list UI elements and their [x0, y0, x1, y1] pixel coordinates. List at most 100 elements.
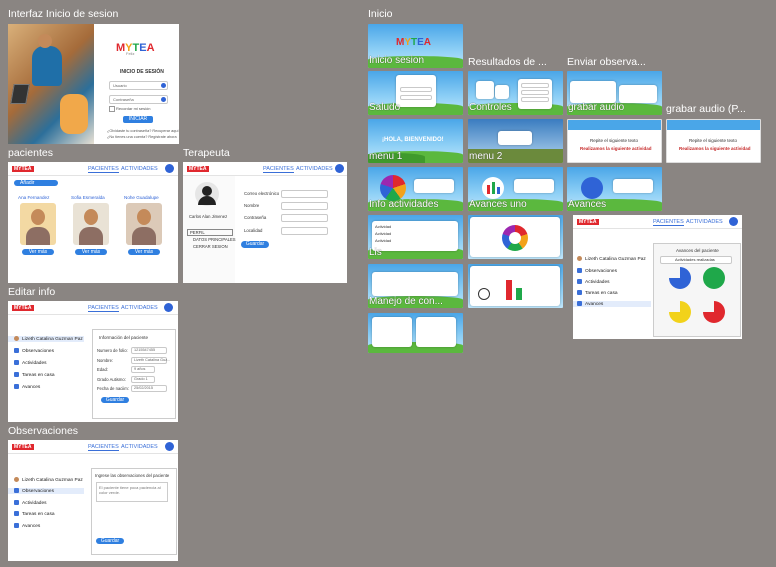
save-button[interactable]: Guardar: [101, 397, 129, 403]
therapist-frame[interactable]: MYTEA PACIENTES ACTIVIDADES Carlos Alan …: [183, 162, 347, 283]
observations-frame[interactable]: MYTEA PACIENTES ACTIVIDADES Lizeth Catal…: [8, 440, 178, 561]
thumb-saludo[interactable]: Saludo: [368, 71, 463, 115]
user-avatar-icon[interactable]: [335, 164, 344, 173]
logo-small: MYTEA: [12, 444, 34, 450]
edit-field-input[interactable]: 9 años: [131, 366, 155, 373]
patient-card[interactable]: Nohe Guadalupe Ver más: [122, 194, 166, 260]
user-avatar-icon[interactable]: [165, 164, 174, 173]
thumb-repite[interactable]: Repite el siguiente texto Realizamos la …: [567, 119, 662, 163]
tab-actividades[interactable]: ACTIVIDADES: [121, 444, 158, 450]
tab-pacientes[interactable]: PACIENTES: [88, 444, 119, 451]
localidad-field[interactable]: [281, 227, 328, 235]
user-avatar-icon[interactable]: [165, 442, 174, 451]
login-photo: [8, 24, 94, 144]
overlay-saludo: Saludo: [369, 102, 401, 113]
pie-chart: [703, 267, 725, 289]
patient-name: Ana Fernandez: [18, 195, 50, 200]
overlay-menu1: menu 1: [369, 151, 403, 162]
sidebar-patient[interactable]: Lizeth Catalina Guzman Paz: [14, 477, 83, 483]
menu-perfil[interactable]: PERFIL: [187, 229, 233, 236]
see-more-button[interactable]: Ver más: [22, 249, 54, 255]
tab-actividades[interactable]: ACTIVIDADES: [686, 219, 723, 225]
password-field[interactable]: [281, 214, 328, 222]
thumb-info-actividades[interactable]: Info actividades: [368, 167, 463, 211]
save-button[interactable]: Guardar: [96, 538, 124, 544]
therapist-name: Carlos Alan Jimenez: [189, 214, 228, 219]
logo-small: MYTEA: [577, 219, 599, 225]
patient-card[interactable]: Ana Fernandez Ver más: [16, 194, 60, 260]
register-link[interactable]: ¿No tienes una cuenta? Regístrate ahora: [107, 135, 177, 139]
edit-field-input[interactable]: 25/02/2015: [131, 385, 167, 392]
progress-frame[interactable]: MYTEA PACIENTES ACTIVIDADES Lizeth Catal…: [573, 215, 742, 339]
thumb-repite-2[interactable]: Repite el siguiente texto Realizamos la …: [666, 119, 761, 163]
sidebar-item-actividades[interactable]: Actividades: [577, 279, 610, 285]
overlay-menu2: menu 2: [469, 151, 503, 162]
thumb-menu2[interactable]: menu 2: [468, 119, 563, 163]
tab-pacientes[interactable]: PACIENTES: [88, 305, 119, 312]
sidebar-item-observaciones[interactable]: Observaciones: [14, 348, 54, 354]
overlay-info-actividades: Info actividades: [369, 199, 439, 210]
edit-frame[interactable]: MYTEA PACIENTES ACTIVIDADES Lizeth Catal…: [8, 301, 178, 422]
user-avatar-icon[interactable]: [729, 217, 738, 226]
thumb-avances-uno[interactable]: Avances uno: [468, 167, 563, 211]
patient-photo: [126, 203, 162, 245]
sidebar-patient[interactable]: Lizeth Catalina Guzman Paz: [577, 256, 646, 262]
tab-pacientes[interactable]: PACIENTES: [88, 166, 119, 173]
password-input[interactable]: Contraseña: [109, 95, 168, 104]
edit-field-input[interactable]: Lizeth Catalina Guz...: [131, 356, 170, 364]
thumb-lista[interactable]: Actividad Actividad Actividad Lis: [368, 215, 463, 259]
thumb-manejo-2[interactable]: [368, 313, 463, 353]
thumb-controles[interactable]: Controles: [468, 71, 563, 115]
sidebar-item-actividades[interactable]: Actividades: [14, 500, 47, 506]
login-frame[interactable]: MYTEA Feliz INICIO DE SESIÓN Usuario Con…: [8, 24, 179, 144]
add-patient-button[interactable]: Añadir: [14, 180, 58, 186]
username-input[interactable]: Usuario: [109, 81, 168, 90]
sidebar-item-actividades[interactable]: Actividades: [14, 360, 47, 366]
thumb-donut[interactable]: [468, 215, 563, 259]
thumb-inicio-sesion[interactable]: MYTEA Inicio sesion: [368, 24, 463, 68]
name-field[interactable]: [281, 202, 328, 210]
email-field[interactable]: [281, 190, 328, 198]
sidebar-patient[interactable]: Lizeth Catalina Guzman Paz: [8, 336, 84, 342]
forgot-link[interactable]: ¿Olvidaste tu contraseña? Recuperar aquí: [107, 129, 179, 133]
thumb-menu1[interactable]: ¡HOLA, BIENVENIDO! menu 1: [368, 119, 463, 163]
user-avatar-icon[interactable]: [164, 303, 173, 312]
label-resultados: Resultados de ...: [468, 56, 547, 68]
tab-pacientes[interactable]: PACIENTES: [653, 219, 684, 226]
patients-frame[interactable]: MYTEA PACIENTES ACTIVIDADES Añadir Ana F…: [8, 162, 178, 283]
login-button[interactable]: INICIAR: [123, 116, 153, 123]
see-more-button[interactable]: Ver más: [128, 249, 160, 255]
tab-pacientes[interactable]: PACIENTES: [263, 166, 294, 173]
edit-field-input[interactable]: 1215547455: [131, 347, 167, 354]
exit-icon: [581, 177, 603, 199]
edit-field-input[interactable]: Grado 1: [131, 375, 155, 383]
overlay-grabar-audio: grabar audio: [568, 102, 625, 113]
thumb-avances[interactable]: Avances: [567, 167, 662, 211]
save-button[interactable]: Guardar: [241, 241, 269, 248]
sidebar-item-avances[interactable]: Avances: [573, 301, 651, 307]
observations-textarea[interactable]: El paciente tiene poca paciencia al colo…: [96, 482, 168, 502]
sidebar-item-avances[interactable]: Avances: [14, 384, 40, 390]
thumb-grabar-audio[interactable]: grabar audio: [567, 71, 662, 115]
tab-actividades[interactable]: ACTIVIDADES: [121, 305, 158, 311]
thumb-manejo[interactable]: Manejo de con...: [368, 264, 463, 308]
tab-actividades[interactable]: ACTIVIDADES: [296, 166, 333, 172]
progress-title: Avances del paciente: [676, 248, 719, 253]
menu-datos[interactable]: DATOS PRINCIPALES: [193, 237, 236, 242]
sidebar-item-tareas[interactable]: Tareas en casa: [577, 290, 618, 296]
sidebar-item-tareas[interactable]: Tareas en casa: [14, 372, 55, 378]
tab-actividades[interactable]: ACTIVIDADES: [121, 166, 158, 172]
sidebar-item-tareas[interactable]: Tareas en casa: [14, 511, 55, 517]
sidebar-item-avances[interactable]: Avances: [14, 523, 40, 529]
activities-select[interactable]: Actividades realizadas: [660, 256, 732, 264]
patient-card[interactable]: Sofia Esmeralda Ver más: [69, 194, 113, 260]
menu-cerrar[interactable]: CERRAR SESION: [193, 244, 228, 249]
thumb-barras[interactable]: [468, 264, 563, 308]
sidebar-item-observaciones[interactable]: Observaciones: [577, 268, 617, 274]
field-label-nombre: Nombre: [244, 203, 260, 208]
pie-chart: [703, 301, 725, 323]
sidebar-item-observaciones[interactable]: Observaciones: [8, 488, 84, 494]
remember-checkbox[interactable]: [109, 106, 115, 112]
see-more-button[interactable]: Ver más: [75, 249, 107, 255]
edit-field-label: Nombre:: [97, 357, 114, 363]
